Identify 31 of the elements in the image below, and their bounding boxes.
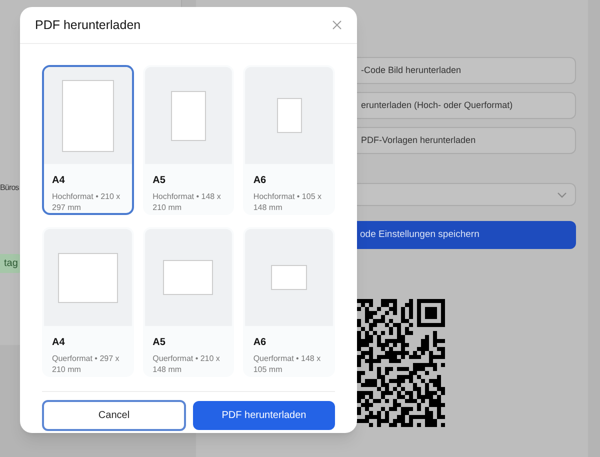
download-button[interactable]: PDF herunterladen <box>193 401 335 430</box>
format-card[interactable]: A5 Querformat • 210 x 148 mm <box>142 227 234 377</box>
format-description: Hochformat • 210 x 297 mm <box>52 191 122 213</box>
format-card[interactable]: A4 Hochformat • 210 x 297 mm <box>42 65 134 215</box>
format-card[interactable]: A4 Querformat • 297 x 210 mm <box>42 227 134 377</box>
dialog-title: PDF herunterladen <box>35 16 141 34</box>
format-name: A6 <box>253 174 268 188</box>
chevron-down-icon <box>557 192 567 198</box>
format-name: A5 <box>152 336 166 350</box>
format-description: Hochformat • 148 x 210 mm <box>152 191 222 213</box>
page-preview <box>170 90 206 140</box>
page-preview <box>58 252 118 302</box>
format-description: Querformat • 148 x 105 mm <box>253 353 322 375</box>
page-preview <box>163 260 214 295</box>
page-preview <box>276 98 302 133</box>
format-description: Querformat • 210 x 148 mm <box>152 353 221 375</box>
text-fragment: Büros <box>0 182 19 194</box>
format-name: A5 <box>152 174 166 188</box>
format-description: Hochformat • 105 x 148 mm <box>253 191 322 213</box>
status-badge: tag <box>0 254 22 273</box>
format-name: A6 <box>253 336 268 350</box>
format-description: Querformat • 297 x 210 mm <box>52 353 120 375</box>
format-card[interactable]: A5 Hochformat • 148 x 210 mm <box>142 65 234 215</box>
cancel-button[interactable]: Cancel <box>42 400 186 431</box>
close-icon[interactable] <box>332 20 342 30</box>
format-name: A4 <box>52 174 66 188</box>
format-name: A4 <box>52 336 66 350</box>
format-card[interactable]: A6 Hochformat • 105 x 148 mm <box>243 65 335 215</box>
format-card[interactable]: A6 Querformat • 148 x 105 mm <box>243 227 335 377</box>
page-preview <box>271 265 308 290</box>
page-preview <box>62 80 114 152</box>
